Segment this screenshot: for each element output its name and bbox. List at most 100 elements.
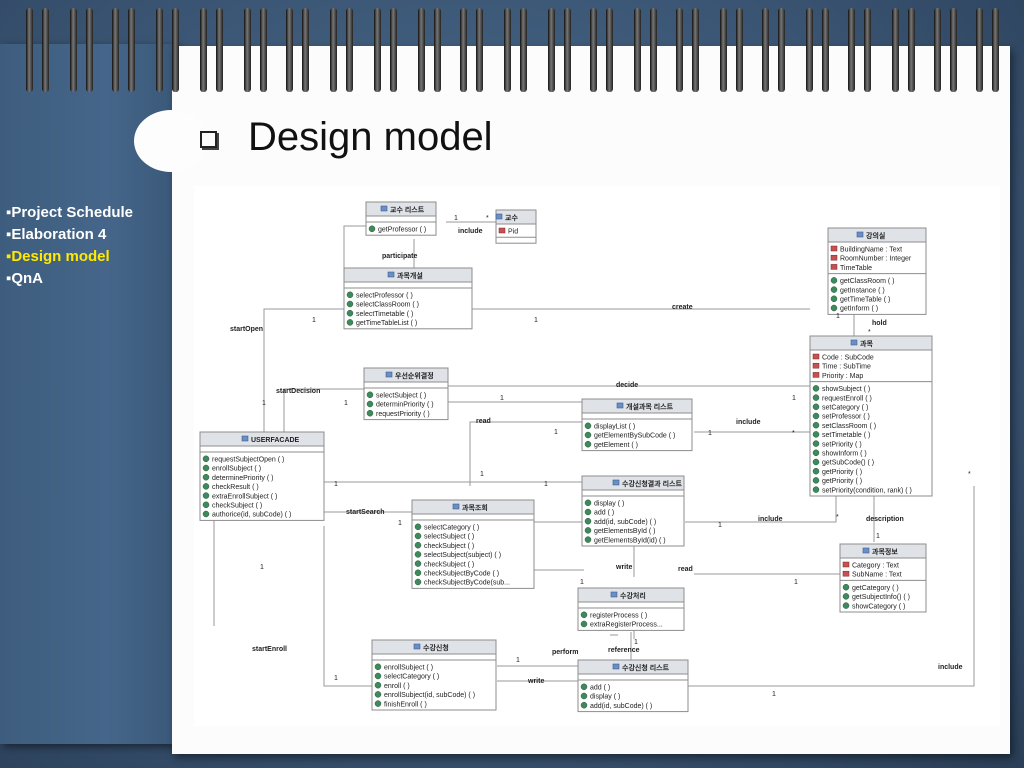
attribute-icon <box>830 254 838 261</box>
multiplicity-label: 1 <box>876 533 880 540</box>
class-diagram: 교수 리스트 getProfessor ( ) 교수 Pid 강의실 BuildingNa… <box>194 186 1000 726</box>
operation-icon <box>812 421 820 429</box>
class-operation: add ( ) <box>594 510 614 517</box>
multiplicity-label: 1 <box>480 471 484 478</box>
binder-ring <box>418 8 444 92</box>
class-icon <box>616 402 624 409</box>
operation-icon <box>202 464 210 472</box>
association-line <box>323 526 374 687</box>
binder-ring <box>244 8 270 92</box>
class-name: 과목개설 <box>397 271 423 280</box>
operation-icon <box>374 700 382 707</box>
class-operation: getElementBySubCode ( ) <box>594 433 675 440</box>
operation-icon <box>414 560 422 567</box>
operation-icon <box>584 536 592 543</box>
association-label: decide <box>616 382 638 389</box>
class-icon <box>380 205 388 212</box>
operation-icon <box>374 672 382 680</box>
operation-icon <box>584 508 592 516</box>
class-name: USERFACADE <box>251 437 300 444</box>
multiplicity-label: 1 <box>772 691 776 698</box>
binder-ring <box>548 8 574 92</box>
class-enroll-list: 수강신청 리스트 add ( ) display ( ) add(id, subCod… <box>577 659 689 713</box>
multiplicity-label: * <box>836 514 839 521</box>
multiplicity-label: 1 <box>334 675 338 682</box>
class-operation: getPriority ( ) <box>822 469 862 476</box>
binder-ring <box>892 8 918 92</box>
operation-icon <box>842 602 850 609</box>
class-operation: requestEnroll ( ) <box>822 395 872 402</box>
class-operation: selectCategory ( ) <box>424 525 479 532</box>
attribute-icon <box>812 353 820 360</box>
binder-ring <box>330 8 356 92</box>
operation-icon <box>842 593 850 600</box>
operation-icon <box>830 286 838 293</box>
class-opened-course-list: 개설과목 리스트 displayList ( ) getElementBySubCo… <box>581 398 693 452</box>
side-menu: ▪Project Schedule ▪Elaboration 4 ▪Design… <box>6 202 133 290</box>
class-operation: setPriority(condition, rank) ( ) <box>822 487 912 494</box>
operation-icon <box>584 517 592 525</box>
class-enroll: 수강신청 enrollSubject ( ) selectCategory ( ) e… <box>371 639 497 711</box>
multiplicity-label: 1 <box>334 481 338 488</box>
operation-icon <box>202 483 210 490</box>
association-line <box>682 486 975 687</box>
class-operation: selectCategory ( ) <box>384 674 439 681</box>
menu-item-design-model[interactable]: ▪Design model <box>6 246 133 268</box>
association-label: include <box>736 419 761 426</box>
operation-icon <box>812 477 820 484</box>
menu-item-qna[interactable]: ▪QnA <box>6 268 133 290</box>
class-name: 개설과목 리스트 <box>626 402 674 411</box>
class-operation: enrollSubject ( ) <box>384 665 433 672</box>
class-operation: add(id, subCode) ( ) <box>590 703 652 710</box>
class-priority-decision: 우선순위결정 selectSubject ( ) determinPriority … <box>363 367 449 421</box>
binder-ring <box>676 8 702 92</box>
slide-title: Design model <box>248 115 493 159</box>
class-operation: authorice(id, subCode) ( ) <box>212 512 291 519</box>
class-operation: getTimeTable ( ) <box>840 297 890 304</box>
class-classroom: 강의실 BuildingName : Text RoomNumber : Integ… <box>827 227 927 315</box>
multiplicity-label: 1 <box>398 520 402 527</box>
class-operation: selectTimetable ( ) <box>356 311 413 318</box>
multiplicity-label: 1 <box>344 400 348 407</box>
menu-item-project-schedule[interactable]: ▪Project Schedule <box>6 202 133 224</box>
class-attribute: Code : SubCode <box>822 355 874 362</box>
association-label: perform <box>552 649 578 656</box>
class-subject-info: 과목정보 Category : Text SubName : Text getCate… <box>839 543 927 613</box>
class-attribute: Category : Text <box>852 563 899 570</box>
class-attribute: SubName : Text <box>852 572 902 579</box>
class-attribute: BuildingName : Text <box>840 247 902 254</box>
class-icon <box>862 547 870 554</box>
association-label: include <box>758 516 783 523</box>
class-icon <box>385 371 393 378</box>
class-enroll-process: 수강처리 registerProcess ( ) extraRegisterProc… <box>577 587 685 631</box>
operation-icon <box>812 403 820 411</box>
operation-icon <box>584 431 592 439</box>
menu-item-elaboration-4[interactable]: ▪Elaboration 4 <box>6 224 133 246</box>
binder-ring <box>460 8 486 92</box>
operation-icon <box>580 701 588 709</box>
association-label: write <box>615 564 632 571</box>
operation-icon <box>584 527 592 534</box>
operation-icon <box>584 499 592 507</box>
class-operation: requestPriority ( ) <box>376 411 430 418</box>
class-icon <box>387 271 395 278</box>
class-operation: display ( ) <box>594 501 624 508</box>
title-bullet-icon <box>200 131 217 148</box>
operation-icon <box>202 510 210 518</box>
class-icon <box>612 663 620 670</box>
class-name: 수강신청 <box>423 643 449 652</box>
class-operation: showSubject ( ) <box>822 386 870 393</box>
class-operation: extraRegisterProcess... <box>590 622 663 629</box>
multiplicity-label: 1 <box>312 317 316 324</box>
binder-ring <box>976 8 1002 92</box>
association-label: include <box>938 664 963 671</box>
operation-icon <box>414 541 422 549</box>
multiplicity-label: 1 <box>516 657 520 664</box>
binder-ring <box>156 8 182 92</box>
binder-ring <box>504 8 530 92</box>
class-operation: checkSubject ( ) <box>424 561 474 568</box>
binder-ring <box>720 8 746 92</box>
operation-icon <box>374 681 382 689</box>
class-operation: displayList ( ) <box>594 424 635 431</box>
multiplicity-label: 1 <box>454 215 458 222</box>
